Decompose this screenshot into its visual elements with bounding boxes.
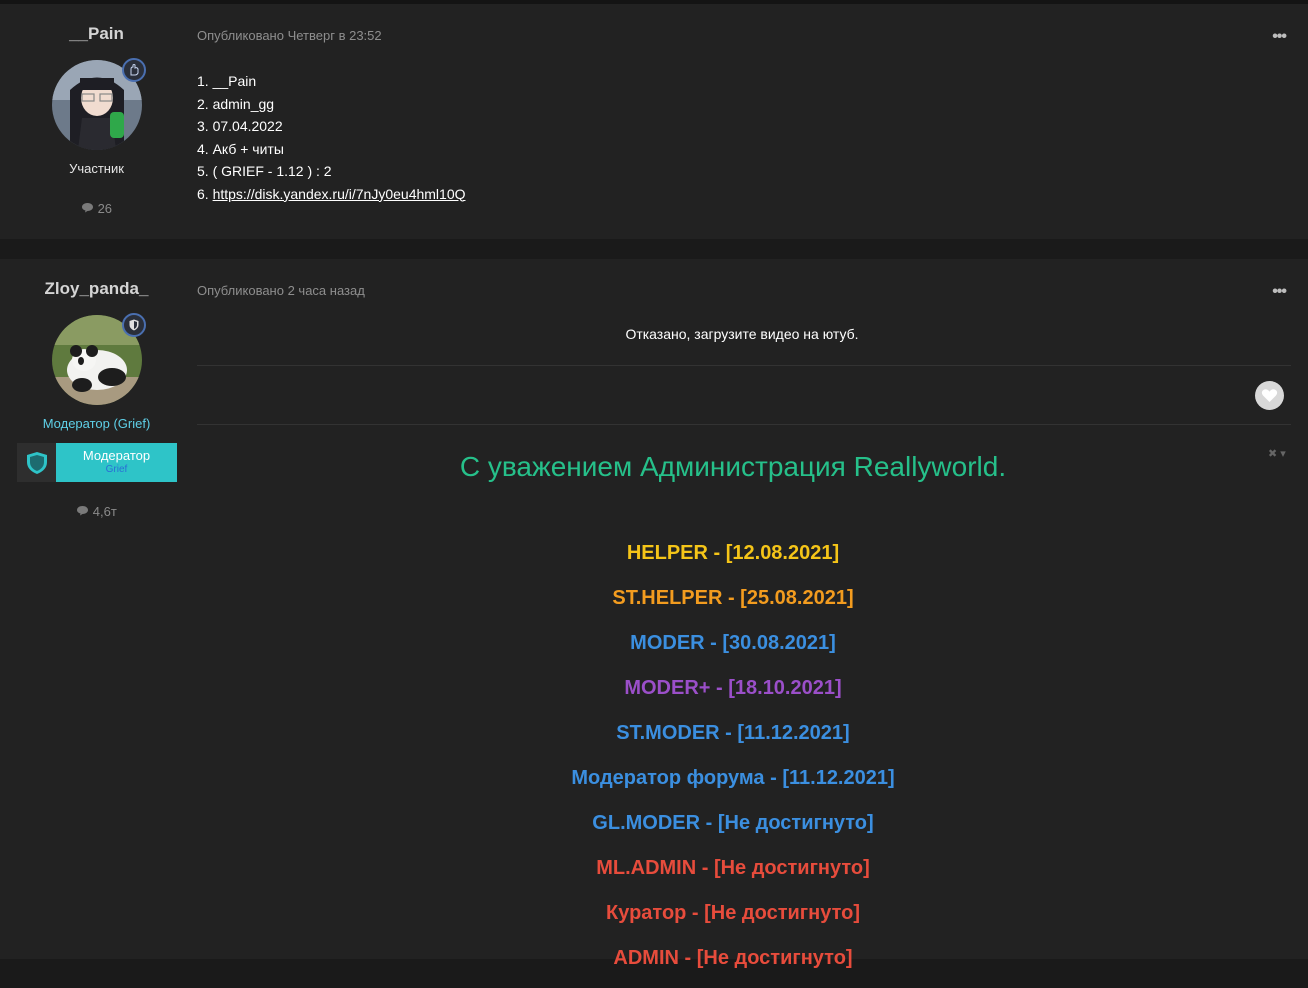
post-count-value: 26 [97, 201, 113, 216]
group-name: Модератор [82, 447, 151, 463]
signature-title: С уважением Администрация Reallyworld. [459, 451, 1007, 482]
post-content: Отказано, загрузите видео на ютуб. [625, 326, 859, 342]
author-role: Модератор (Grief) [42, 416, 151, 431]
shield-icon [17, 443, 56, 482]
group-sub: Grief [105, 463, 128, 475]
post-menu-button[interactable]: ••• [1272, 28, 1287, 46]
author-role: Участник [69, 161, 124, 176]
post-count[interactable]: 26 [0, 201, 193, 216]
post-menu-button[interactable]: ••• [1272, 283, 1287, 301]
heart-icon[interactable] [1255, 381, 1284, 410]
post-count-value: 4,6т [92, 504, 117, 519]
link-prefix: 6. [197, 185, 213, 202]
post-date[interactable]: Опубликовано Четверг в 23:52 [197, 28, 382, 43]
group-label: Модератор Grief [56, 443, 177, 482]
signature-line: ADMIN - [Не достигнуто] [613, 947, 853, 969]
author-name[interactable]: Zloy_panda_ [0, 279, 193, 299]
signature-line: ML.ADMIN - [Не достигнуто] [596, 857, 870, 879]
signature-line: Куратор - [Не достигнуто] [606, 902, 860, 924]
divider [197, 365, 1291, 366]
signature-line: ST.HELPER - [25.08.2021] [612, 587, 854, 609]
signature-line: MODER - [30.08.2021] [630, 632, 836, 654]
shield-icon [122, 313, 146, 337]
author-name[interactable]: __Pain [0, 24, 193, 44]
signature-line: HELPER - [12.08.2021] [626, 542, 840, 564]
signature-line: MODER+ - [18.10.2021] [624, 677, 842, 699]
post-date[interactable]: Опубликовано 2 часа назад [197, 283, 365, 298]
divider [197, 424, 1291, 425]
hand-icon [122, 58, 146, 82]
content-line-link: 6. https://disk.yandex.ru/i/7nJy0eu4hml1… [197, 183, 466, 206]
signature-line: Модератор форума - [11.12.2021] [571, 767, 895, 789]
post-count[interactable]: 4,6т [0, 504, 193, 519]
forum-post: __Pain Участник 26 Опубликовано Четверг … [0, 4, 1308, 239]
close-icon[interactable]: ✖ ▾ [1268, 447, 1286, 460]
content-line: 3. 07.04.2022 [197, 118, 283, 134]
content-line: 4. Акб + читы [197, 140, 284, 157]
content-line: 1. __Pain [197, 73, 257, 89]
forum-post: Zloy_panda_ Модератор (Grief) Модератор … [0, 259, 1308, 969]
post-content: 1. __Pain 2. admin_gg 3. 07.04.2022 4. А… [197, 70, 466, 205]
content-line: 2. admin_gg [197, 95, 275, 112]
content-line: 5. ( GRIEF - 1.12 ) : 2 [197, 163, 332, 179]
video-link[interactable]: https://disk.yandex.ru/i/7nJy0eu4hml10Q [213, 186, 466, 202]
signature-line: GL.MODER - [Не достигнуто] [592, 812, 874, 834]
comment-icon [81, 201, 98, 216]
signature-lines: HELPER - [12.08.2021] ST.HELPER - [25.08… [197, 538, 1269, 988]
signature-line: ST.MODER - [11.12.2021] [616, 722, 850, 744]
comment-icon [76, 504, 93, 519]
group-badge: Модератор Grief [17, 443, 177, 482]
